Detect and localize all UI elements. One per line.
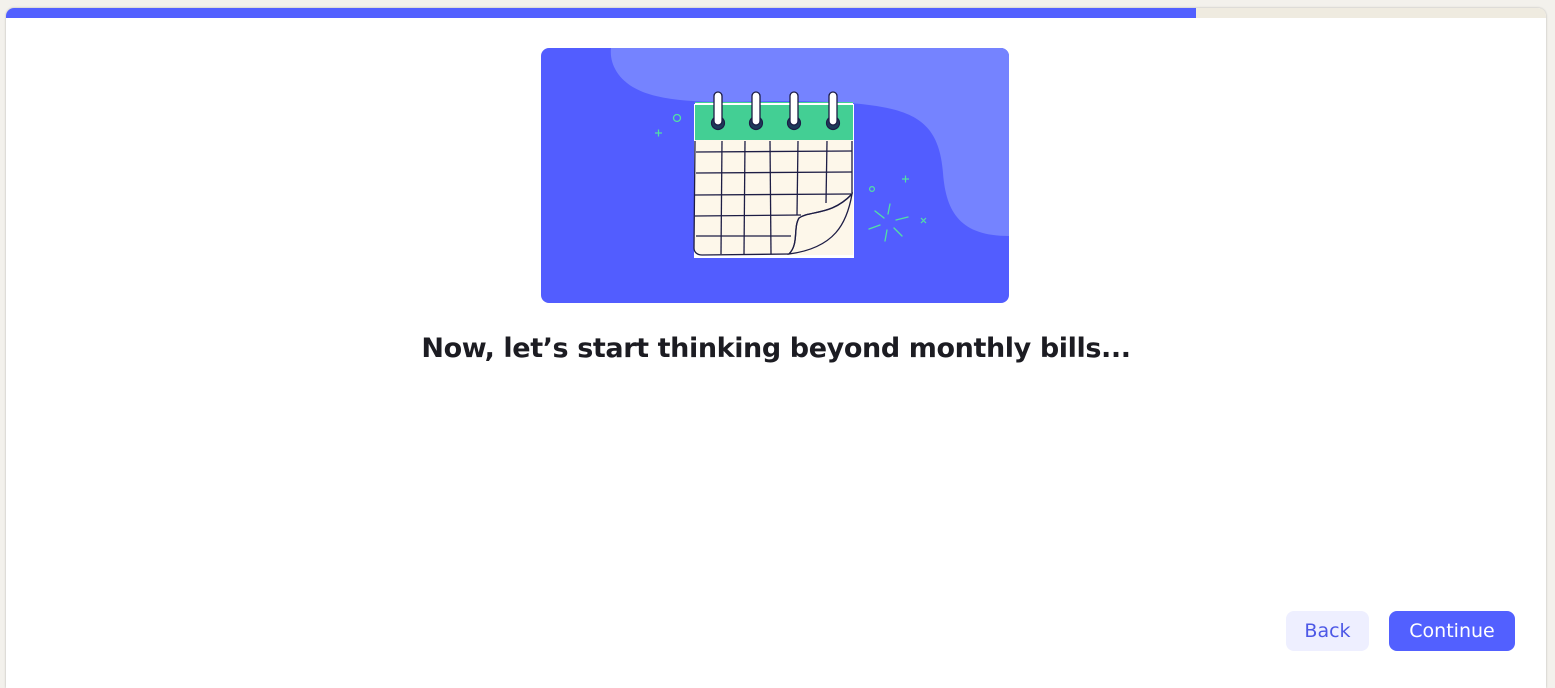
onboarding-card: Now, let’s start thinking beyond monthly… xyxy=(6,8,1546,688)
sparkle-plus xyxy=(655,129,662,137)
sparkle-burst xyxy=(868,203,909,242)
page-title: Now, let’s start thinking beyond monthly… xyxy=(421,333,1131,364)
progress-bar xyxy=(6,8,1546,18)
calendar-icon xyxy=(610,48,1009,258)
sparkle-circle xyxy=(672,113,682,123)
back-button[interactable]: Back xyxy=(1286,611,1369,651)
progress-bar-fill xyxy=(6,8,1197,18)
sparkle-circle xyxy=(869,186,876,193)
calendar-illustration xyxy=(541,48,1009,303)
sparkle-plus xyxy=(902,175,909,183)
continue-button[interactable]: Continue xyxy=(1389,611,1515,651)
sparkle-x xyxy=(920,217,927,224)
